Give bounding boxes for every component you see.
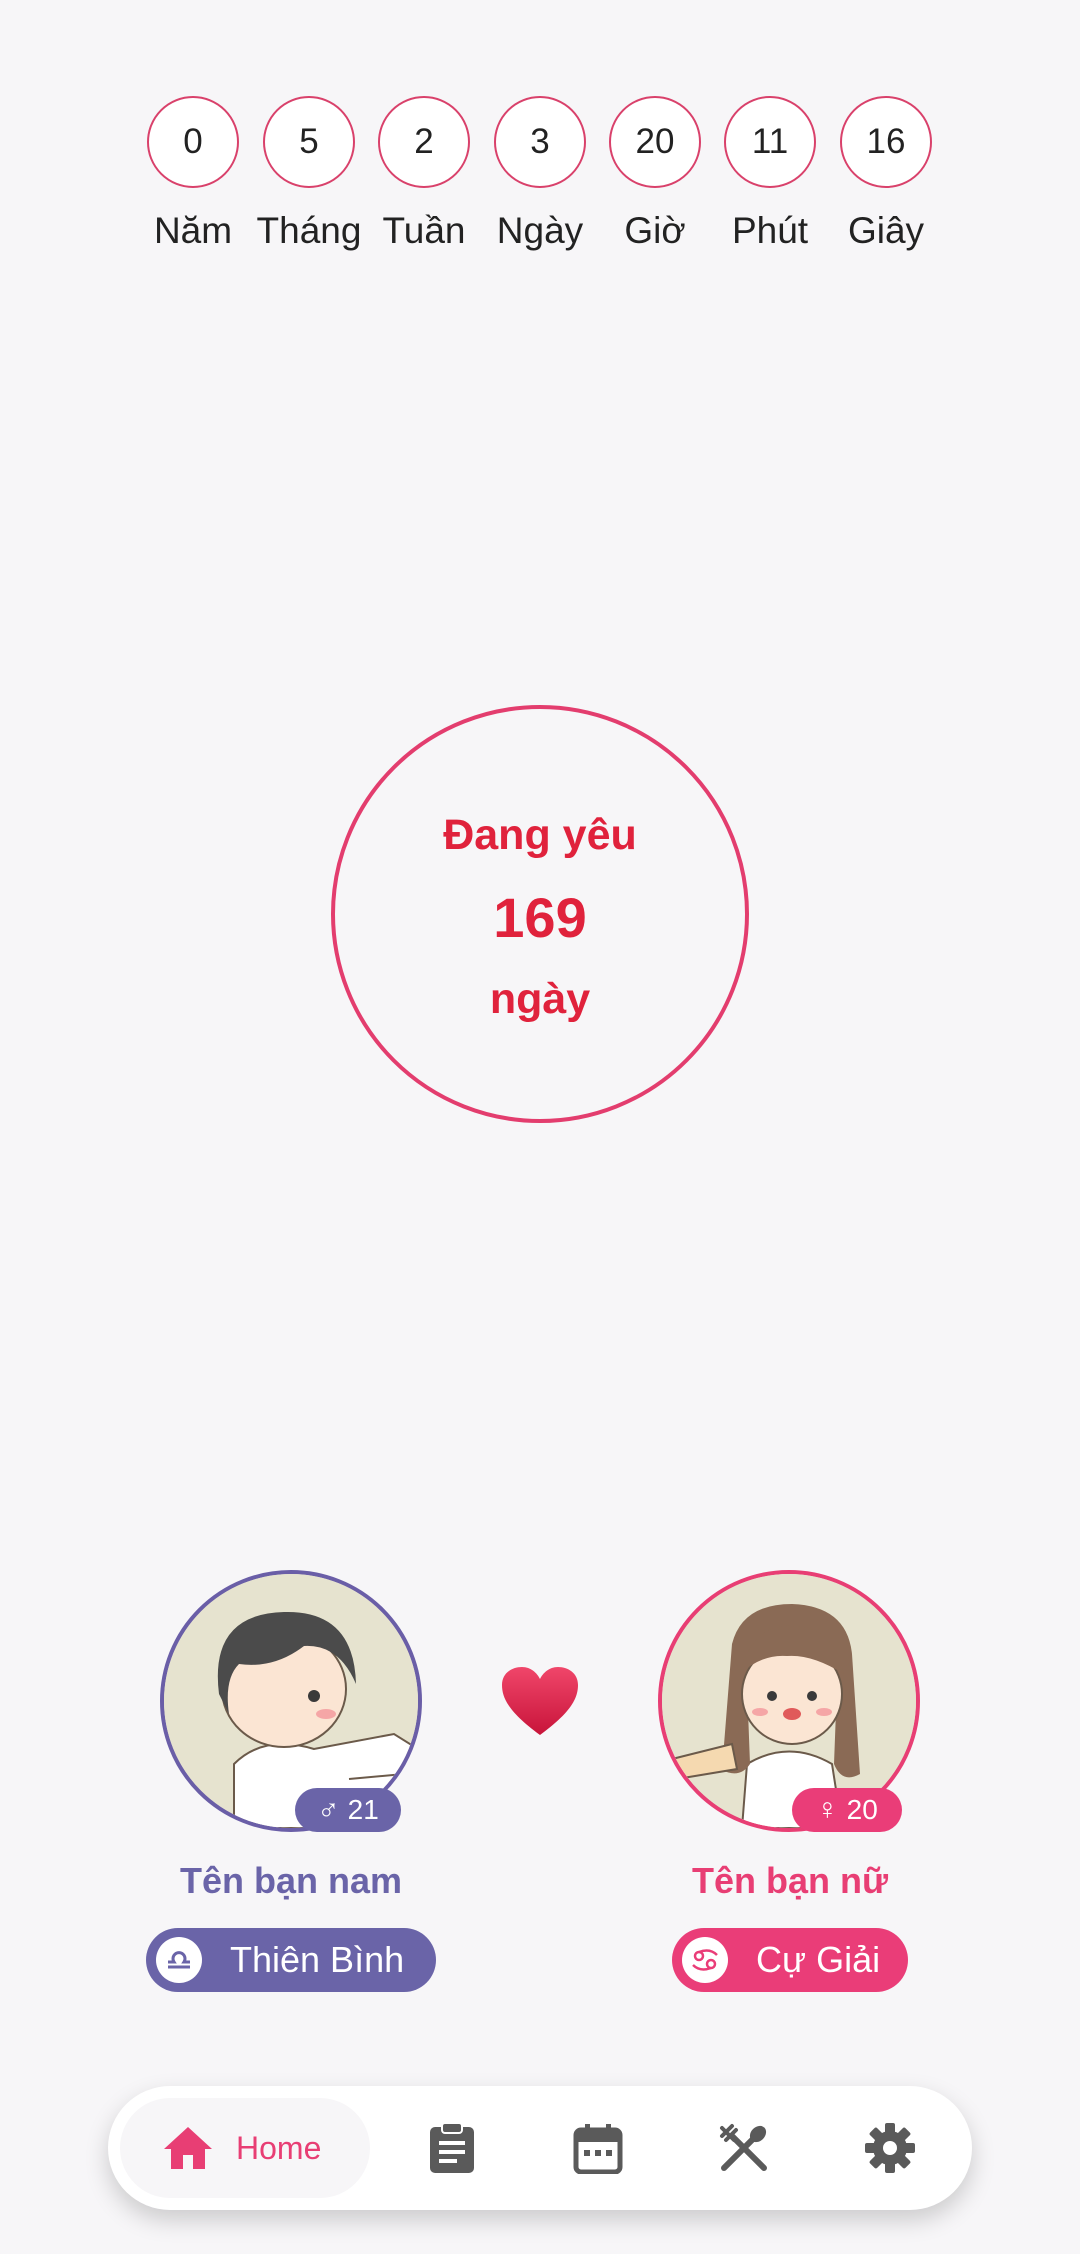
male-zodiac-chip[interactable]: Thiên Bình [146, 1928, 436, 1992]
counter-value: 16 [840, 96, 932, 188]
counter-months: 5 Tháng [249, 96, 369, 252]
love-days-count: 169 [493, 886, 587, 949]
counter-label: Giây [847, 210, 925, 251]
counter-value: 5 [263, 96, 355, 188]
counter-minutes: 11 Phút [710, 96, 830, 252]
love-days-unit: ngày [489, 975, 591, 1023]
male-name[interactable]: Tên bạn nam [141, 1860, 441, 1902]
cancer-icon [682, 1937, 728, 1983]
male-age: 21 [347, 1794, 379, 1825]
counter-label: Năm [153, 210, 233, 251]
female-zodiac-label: Cự Giải [756, 1939, 881, 1980]
nav-settings-tab[interactable] [862, 2120, 918, 2176]
nav-home-tab[interactable]: Home [120, 2098, 370, 2198]
counter-hours: 20 Giờ [595, 96, 715, 252]
nav-home-label: Home [236, 2129, 322, 2166]
heart-icon [502, 1667, 578, 1735]
counter-value: 0 [147, 96, 239, 188]
counter-value: 20 [609, 96, 701, 188]
bottom-navigation: Home [108, 2086, 972, 2210]
counter-years: 0 Năm [133, 96, 253, 252]
love-status-title: Đang yêu [443, 811, 637, 859]
female-age: 20 [846, 1794, 878, 1825]
calendar-icon [573, 2124, 623, 2174]
counter-label: Ngày [496, 210, 584, 251]
female-name[interactable]: Tên bạn nữ [640, 1860, 940, 1902]
counter-weeks: 2 Tuần [364, 96, 484, 252]
duration-counter: 0 Năm 5 Tháng 2 Tuần 3 Ngày 20 Giờ 11 Ph… [0, 96, 1080, 266]
counter-seconds: 16 Giây [826, 96, 946, 252]
female-age-badge: ♀ 20 [792, 1788, 902, 1832]
nav-notes-tab[interactable] [424, 2120, 480, 2176]
counter-label: Phút [731, 210, 809, 251]
male-zodiac-label: Thiên Bình [230, 1939, 405, 1980]
counter-value: 11 [724, 96, 816, 188]
utensils-icon [720, 2124, 767, 2171]
nav-food-tab[interactable] [716, 2120, 772, 2176]
counter-value: 3 [494, 96, 586, 188]
counter-value: 2 [378, 96, 470, 188]
female-zodiac-chip[interactable]: Cự Giải [672, 1928, 908, 1992]
counter-label: Tháng [256, 210, 362, 251]
male-age-badge: ♂ 21 [295, 1788, 401, 1832]
female-symbol-icon: ♀ [816, 1793, 839, 1826]
counter-days: 3 Ngày [480, 96, 600, 252]
counter-label: Giờ [624, 210, 686, 251]
counter-label: Tuần [382, 210, 466, 251]
nav-calendar-tab[interactable] [570, 2120, 626, 2176]
clipboard-icon [430, 2122, 474, 2173]
male-symbol-icon: ♂ [317, 1793, 340, 1826]
home-icon [164, 2127, 212, 2169]
libra-icon [156, 1937, 202, 1983]
settings-icon [865, 2123, 915, 2173]
love-days-circle[interactable]: Đang yêu 169 ngày [331, 705, 749, 1123]
